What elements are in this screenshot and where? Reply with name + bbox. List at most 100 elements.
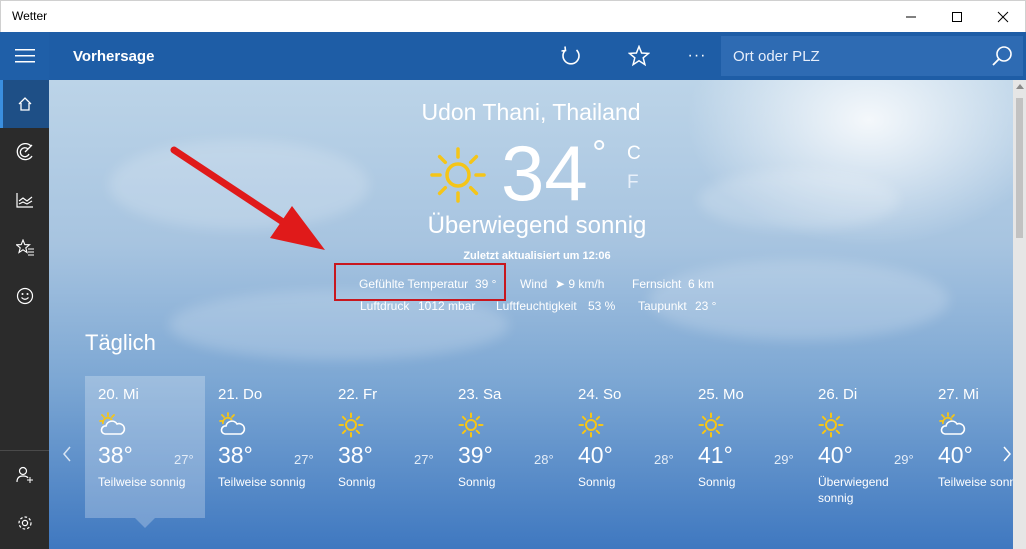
daily-forecast-day[interactable]: 23. Sa 39° 28° Sonnig (445, 376, 565, 518)
day-low-temp: 29° (774, 452, 794, 467)
star-icon (628, 45, 650, 67)
sun-icon (338, 412, 364, 438)
pressure-value: 1012 mbar (418, 299, 476, 313)
title-bar: Wetter (0, 0, 1026, 32)
current-temperature: 34 (501, 129, 588, 217)
day-condition: Teilweise sonnig (938, 475, 1013, 489)
daily-forecast-day[interactable]: 21. Do 38° 27° Teilweise sonnig (205, 376, 325, 518)
sun-icon (698, 412, 724, 438)
scrollbar-thumb[interactable] (1016, 98, 1023, 238)
day-high-temp: 38° (98, 442, 133, 468)
search-box[interactable]: Ort oder PLZ (721, 36, 1023, 76)
window-title: Wetter (12, 9, 48, 23)
add-user-icon (15, 466, 33, 483)
close-button[interactable] (980, 1, 1026, 33)
day-low-temp: 27° (174, 452, 194, 467)
day-high-temp: 38° (338, 442, 373, 468)
day-low-temp: 28° (654, 452, 674, 467)
day-condition: Sonnig (458, 475, 496, 489)
day-low-temp: 29° (894, 452, 914, 467)
forecast-panel: Udon Thani, Thailand 34 ° C F Überwiegen… (49, 80, 1013, 549)
partly-sunny-icon (99, 412, 126, 435)
smiley-icon (16, 287, 33, 305)
daily-forecast-day[interactable]: 27. Mi40°27°Teilweise sonnig (925, 376, 1013, 518)
annotation-highlight-box (334, 263, 506, 301)
nav-account[interactable] (0, 451, 49, 499)
day-condition: Sonnig (578, 475, 616, 489)
day-name: 20. Mi (98, 386, 139, 403)
refresh-button[interactable] (555, 40, 587, 72)
sun-icon (430, 147, 486, 203)
day-high-temp: 38° (218, 442, 253, 468)
daily-forecast-day[interactable]: 26. Di 40° 29° Überwiegend sonnig (805, 376, 925, 518)
wind-value: ➤ 9 km/h (555, 277, 605, 291)
day-condition: Teilweise sonnig (98, 475, 186, 489)
nav-forecast[interactable] (0, 80, 49, 128)
day-high-temp: 41° (698, 442, 733, 468)
day-name: 26. Di (818, 386, 858, 403)
daily-forecast-day[interactable]: 22. Fr 38° 27° Sonnig (325, 376, 445, 518)
nav-rail (0, 32, 49, 549)
page-title: Vorhersage (73, 48, 155, 65)
star-list-icon (15, 239, 34, 256)
minimize-button[interactable] (888, 1, 934, 33)
day-name: 27. Mi (938, 386, 979, 403)
daily-forecast-day[interactable]: 25. Mo 41° 29° Sonnig (685, 376, 805, 518)
humidity-value: 53 % (588, 299, 616, 313)
search-input[interactable]: Ort oder PLZ (733, 48, 820, 65)
sun-icon (818, 412, 844, 438)
favorite-button[interactable] (623, 40, 655, 72)
daily-section-title: Täglich (85, 330, 156, 355)
home-icon (18, 97, 31, 111)
day-name: 22. Fr (338, 386, 378, 403)
day-low-temp: 28° (534, 452, 554, 467)
more-options-button[interactable]: ··· (681, 40, 713, 72)
day-condition: Sonnig (338, 475, 376, 489)
day-name: 23. Sa (458, 386, 502, 403)
partly-sunny-icon (219, 412, 246, 435)
nav-settings[interactable] (0, 499, 49, 547)
day-high-temp: 40° (938, 442, 973, 468)
day-low-temp: 27° (414, 452, 434, 467)
partly-sunny-icon (939, 412, 966, 435)
hamburger-icon (14, 49, 35, 63)
scrollbar[interactable] (1013, 80, 1026, 549)
wind-label: Wind (520, 277, 548, 291)
day-high-temp: 39° (458, 442, 493, 468)
day-high-temp: 40° (818, 442, 853, 468)
daily-forecast-day[interactable]: 20. Mi 38° 27° Teilweise sonnig (85, 376, 205, 528)
close-icon (997, 11, 1009, 23)
nav-maps[interactable] (0, 128, 49, 176)
search-icon[interactable] (991, 45, 1013, 67)
selected-day-pointer (135, 518, 155, 528)
visibility-label: Fernsicht (632, 277, 682, 291)
day-name: 21. Do (218, 386, 263, 403)
refresh-icon (561, 46, 580, 65)
day-low-temp: 27° (294, 452, 314, 467)
minimize-icon (906, 16, 916, 18)
hamburger-menu-button[interactable] (0, 32, 49, 80)
humidity-label: Luftfeuchtigkeit (496, 299, 577, 313)
day-name: 24. So (578, 386, 622, 403)
visibility-value: 6 km (688, 277, 715, 291)
nav-historical[interactable] (0, 176, 49, 224)
unit-fahrenheit-toggle[interactable]: F (627, 172, 639, 194)
chart-icon (15, 193, 33, 208)
nav-favorites[interactable] (0, 224, 49, 272)
nav-feedback[interactable] (0, 272, 49, 320)
unit-celsius-toggle[interactable]: C (627, 143, 641, 165)
day-condition: Überwiegend sonnig (818, 475, 889, 505)
sun-icon (458, 412, 484, 438)
pressure-label: Luftdruck (360, 299, 410, 313)
dewpoint-label: Taupunkt (638, 299, 687, 313)
day-condition: Teilweise sonnig (218, 475, 306, 489)
app-header: Vorhersage ··· Ort oder PLZ (49, 32, 1026, 80)
scroll-up-icon[interactable] (1016, 84, 1024, 89)
chevron-left-icon[interactable] (61, 444, 73, 464)
maximize-button[interactable] (934, 1, 980, 33)
daily-forecast-day[interactable]: 24. So 40° 28° Sonnig (565, 376, 685, 518)
dewpoint-value: 23 ° (695, 299, 717, 313)
day-condition: Sonnig (698, 475, 736, 489)
sun-icon (578, 412, 604, 438)
background-cloud (649, 260, 949, 340)
